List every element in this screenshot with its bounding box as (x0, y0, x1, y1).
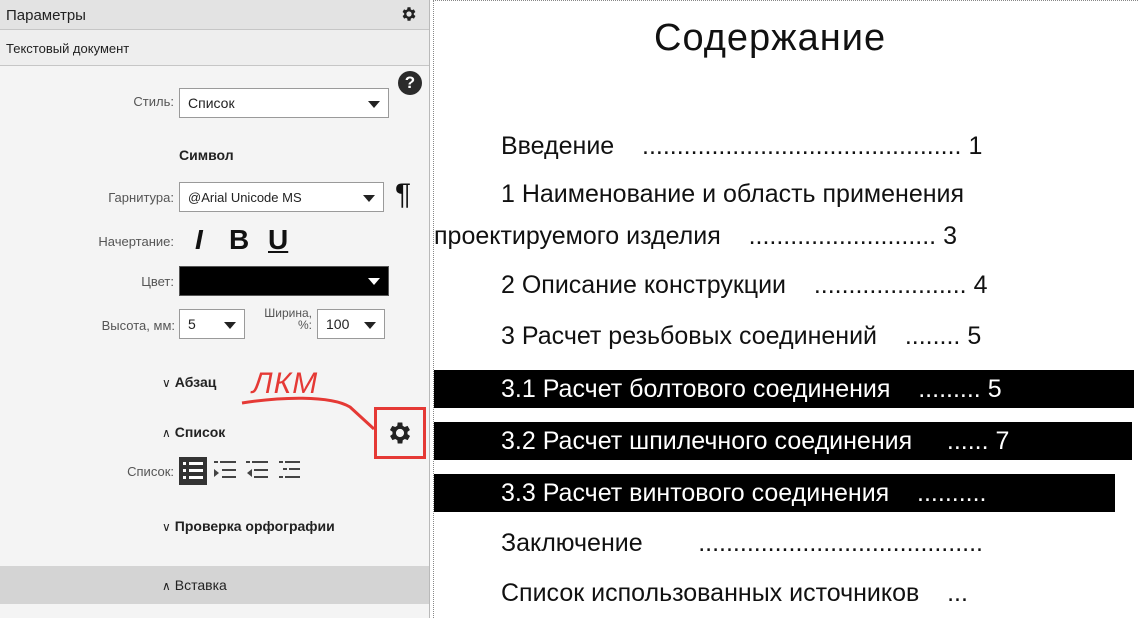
toc-line: Список использованных источников ... (501, 579, 968, 607)
help-icon[interactable]: ? (398, 71, 422, 95)
chevron-down-icon (364, 322, 376, 329)
chevron-down-icon (368, 101, 380, 108)
toc-line-selected: 3.1 Расчет болтового соединения ........… (434, 370, 1134, 408)
height-select[interactable]: 5 (179, 309, 245, 339)
chevron-down-icon (363, 195, 375, 202)
font-value: @Arial Unicode MS (188, 190, 302, 205)
chevron-down-icon: ∨ (162, 376, 171, 390)
color-label: Цвет: (141, 274, 174, 289)
spelling-section-toggle[interactable]: ∨ Проверка орфографии (162, 518, 335, 534)
paragraph-section-toggle[interactable]: ∨ Абзац (162, 374, 216, 390)
chevron-down-icon (368, 278, 380, 285)
toc-line: проектируемого изделия .................… (434, 222, 957, 250)
font-label: Гарнитура: (108, 190, 174, 205)
panel-header: Параметры (0, 0, 429, 30)
italic-button[interactable]: I (195, 224, 203, 256)
insert-section-toggle[interactable]: ∧ Вставка (162, 577, 227, 593)
panel-title: Параметры (6, 7, 86, 24)
width-select[interactable]: 100 (317, 309, 385, 339)
list-settings-gear-icon[interactable] (386, 419, 414, 447)
face-label: Начертание: (98, 234, 174, 249)
insert-section-header[interactable]: ∧ Вставка (0, 566, 429, 604)
document-type-label: Текстовый документ (6, 41, 130, 56)
parameters-panel: Параметры Текстовый документ ? Стиль: Сп… (0, 0, 430, 618)
font-select[interactable]: @Arial Unicode MS (179, 182, 384, 212)
document-title: Содержание (654, 17, 887, 59)
paragraph-mark-button[interactable]: ¶ (395, 178, 411, 212)
multilevel-list-icon[interactable] (275, 457, 303, 485)
width-label: Ширина, %: (264, 306, 312, 332)
toc-line: 2 Описание конструкции .................… (501, 271, 988, 299)
toc-line: Заключение .............................… (501, 529, 983, 557)
width-value: 100 (326, 316, 350, 332)
list-section-toggle[interactable]: ∧ Список (162, 424, 225, 440)
color-select[interactable] (179, 266, 389, 296)
style-select[interactable]: Список (179, 88, 389, 118)
toc-line: 3 Расчет резьбовых соединений ........ 5 (501, 322, 982, 350)
toc-line-selected: 3.3 Расчет винтового соединения ........… (434, 474, 1115, 512)
decrease-indent-list-icon[interactable] (243, 457, 271, 485)
document-type-header: Текстовый документ ? (0, 30, 429, 95)
chevron-down-icon (224, 322, 236, 329)
toc-line: Введение ...............................… (501, 132, 983, 160)
numbered-list-icon[interactable] (179, 457, 207, 485)
bold-button[interactable]: B (229, 224, 249, 256)
height-value: 5 (188, 316, 196, 332)
symbol-section-title: Символ (179, 147, 234, 163)
chevron-down-icon: ∨ (162, 520, 171, 534)
chevron-up-icon: ∧ (162, 426, 171, 440)
list-label: Список: (127, 464, 174, 479)
document-page[interactable]: Содержание Введение ....................… (433, 0, 1138, 618)
chevron-up-icon: ∧ (162, 579, 171, 593)
style-label: Стиль: (133, 94, 174, 109)
toc-line: 1 Наименование и область применения (501, 180, 965, 208)
underline-button[interactable]: U (268, 224, 288, 256)
gear-icon[interactable] (400, 5, 418, 23)
style-value: Список (188, 95, 235, 111)
toc-line-selected: 3.2 Расчет шпилечного соединения ...... … (434, 422, 1132, 460)
increase-indent-list-icon[interactable] (211, 457, 239, 485)
height-label: Высота, мм: (101, 318, 175, 333)
annotation-arrow (241, 396, 376, 431)
